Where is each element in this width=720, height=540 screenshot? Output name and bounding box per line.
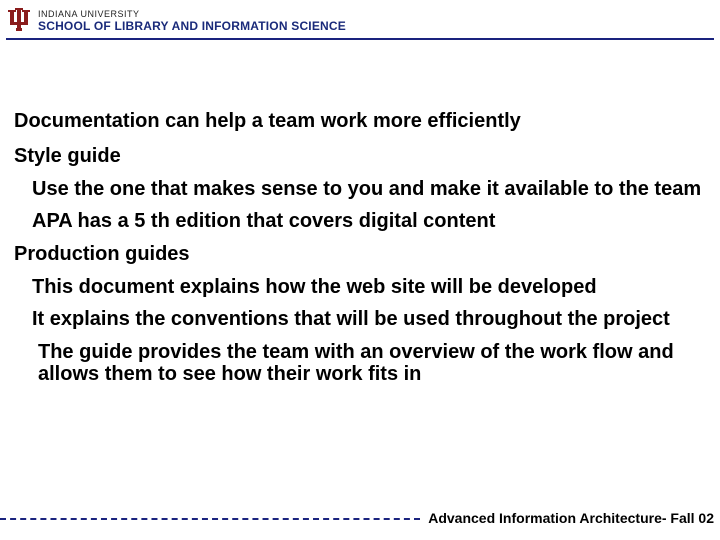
body-line-2: Style guide <box>14 145 706 168</box>
body-line-6: This document explains how the web site … <box>14 276 706 298</box>
institution-name: INDIANA UNIVERSITY <box>38 10 346 19</box>
slide-footer: Advanced Information Architecture- Fall … <box>0 510 720 530</box>
body-line-3: Use the one that makes sense to you and … <box>14 178 706 200</box>
slide-body: Documentation can help a team work more … <box>14 110 706 395</box>
body-line-5: Production guides <box>14 243 706 266</box>
footer-text: Advanced Information Architecture- Fall … <box>428 510 714 526</box>
slide-header: INDIANA UNIVERSITY SCHOOL OF LIBRARY AND… <box>6 4 714 40</box>
header-logo-text: INDIANA UNIVERSITY SCHOOL OF LIBRARY AND… <box>38 10 346 32</box>
body-line-8: The guide provides the team with an over… <box>14 341 706 386</box>
footer-divider <box>0 518 420 520</box>
body-line-7: It explains the conventions that will be… <box>14 308 706 330</box>
school-name: SCHOOL OF LIBRARY AND INFORMATION SCIENC… <box>38 20 346 32</box>
iu-trident-icon <box>6 6 32 36</box>
body-line-4: APA has a 5 th edition that covers digit… <box>14 210 706 232</box>
body-line-1: Documentation can help a team work more … <box>14 110 706 133</box>
